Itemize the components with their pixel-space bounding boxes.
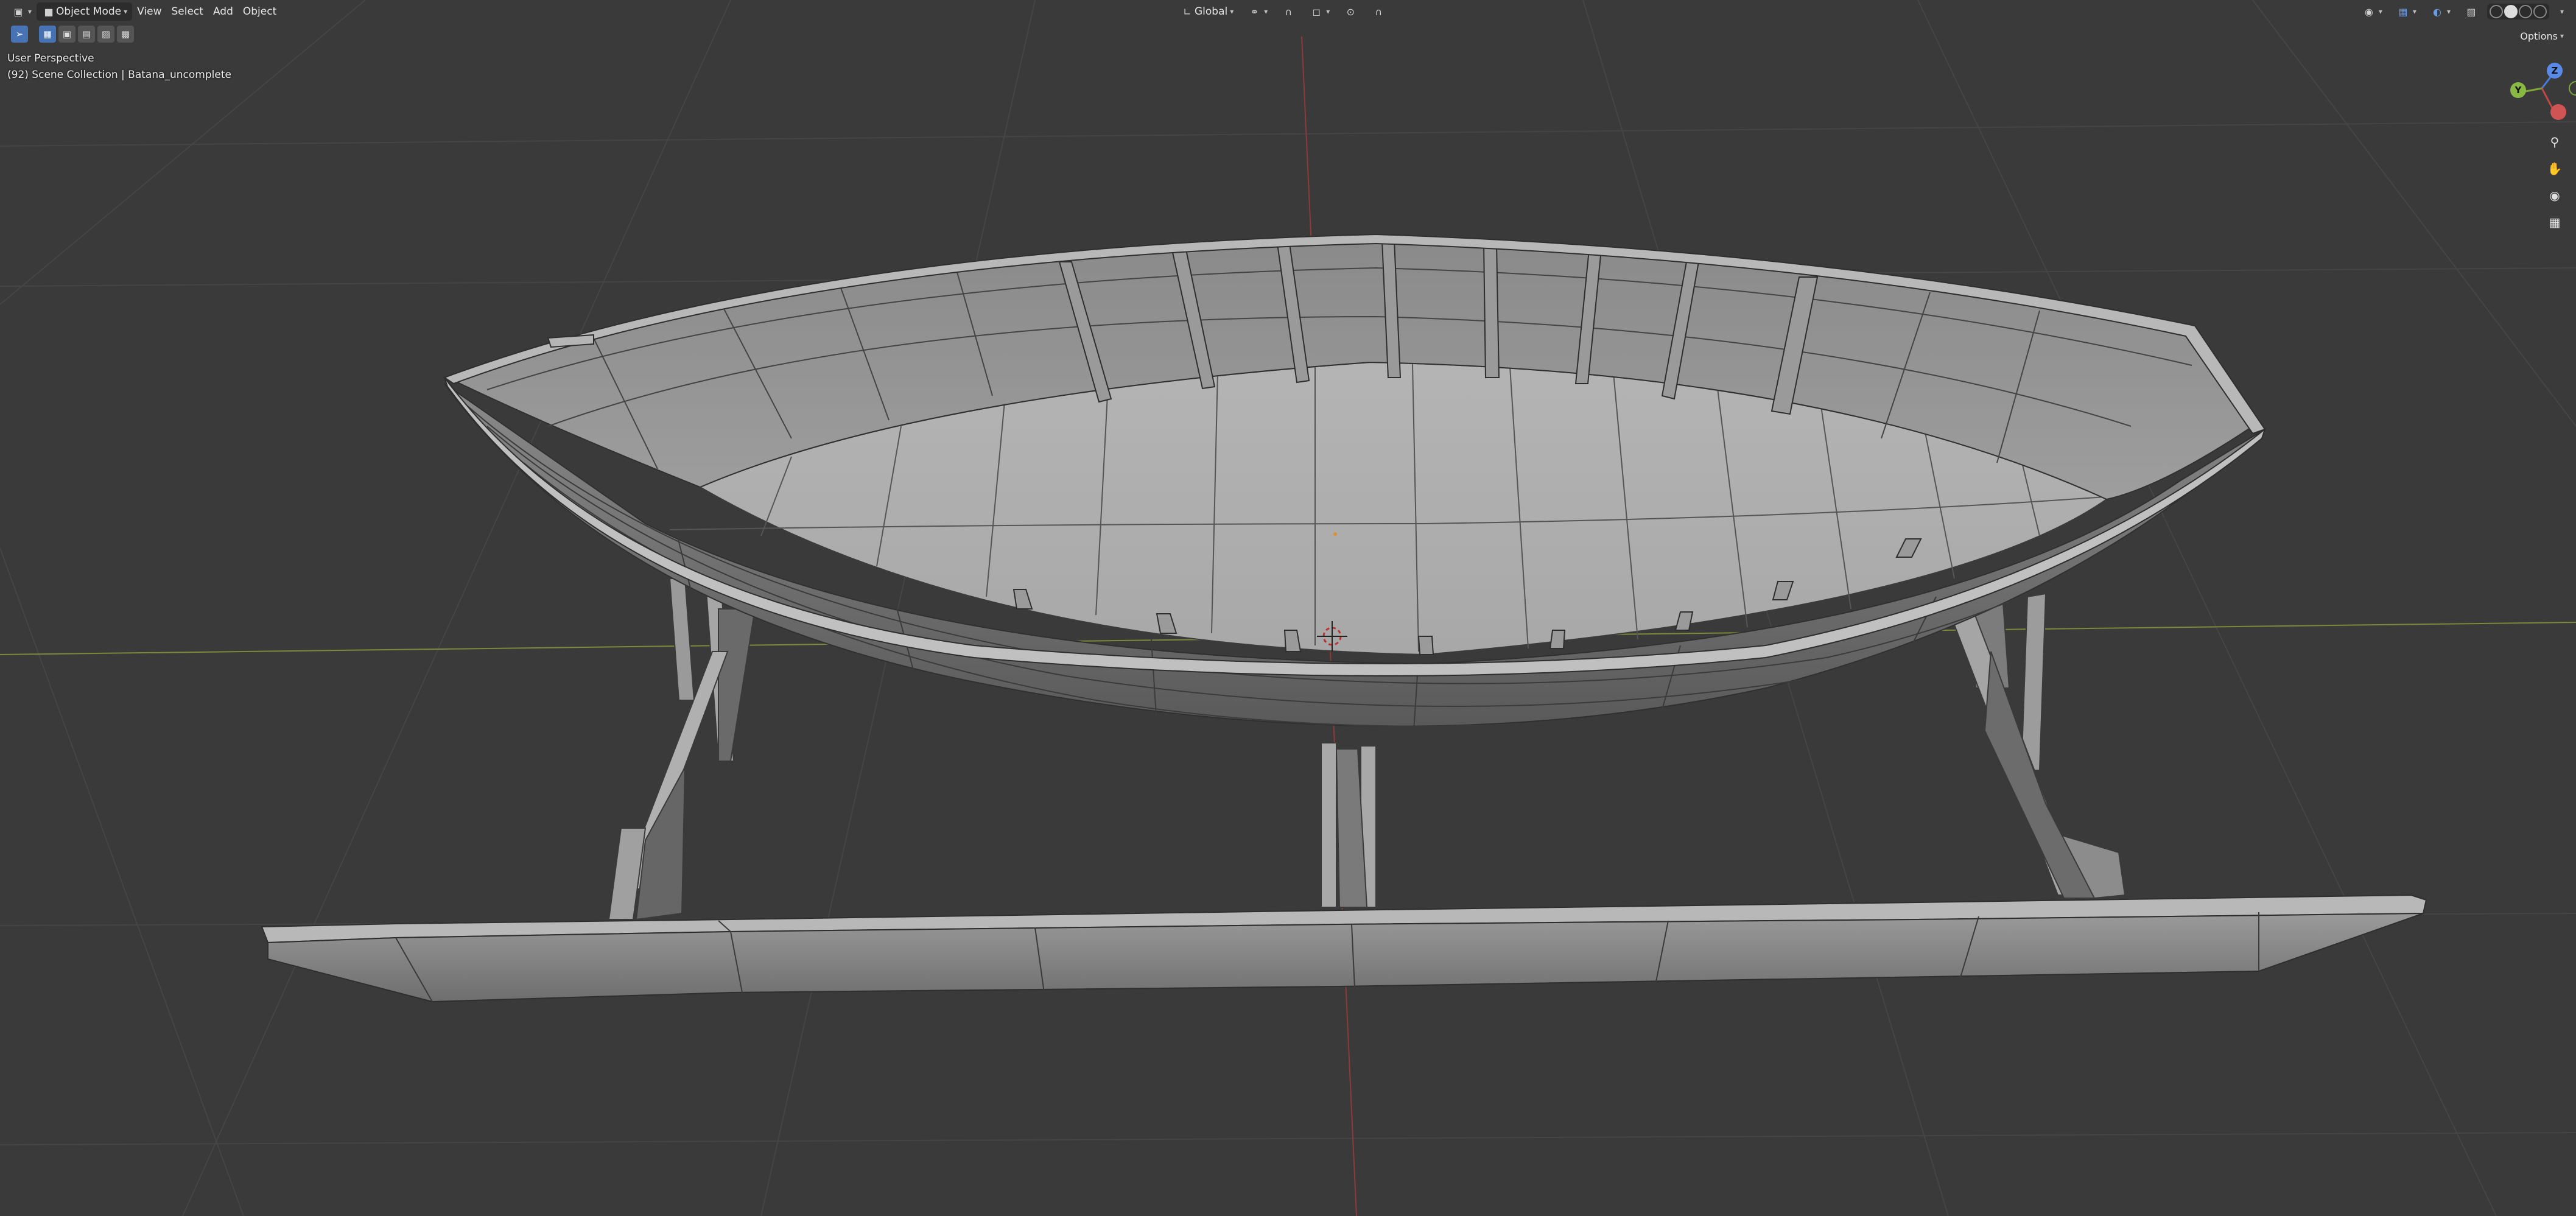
3d-viewport[interactable] [0,0,2576,1216]
shading-mode-group [2487,4,2549,19]
options-dropdown[interactable]: Options ▾ [2515,27,2569,45]
navigation-gizmo[interactable]: Z Y [2491,58,2576,131]
mode-label: Object Mode [56,5,122,18]
material-shading-button[interactable] [2518,5,2532,18]
chevron-down-icon: ▾ [2446,7,2451,16]
gizmo-toggle[interactable]: ▦ ▾ [2391,2,2421,21]
chevron-down-icon: ▾ [2560,32,2564,40]
pivot-dropdown[interactable]: ⚭ ▾ [1242,2,1272,21]
overlays-toggle[interactable]: ◐ ▾ [2425,2,2455,21]
chevron-down-icon: ▾ [2412,7,2416,16]
mode-subtract-button[interactable]: ▤ [78,26,95,43]
viewport-icon: ▣ [13,5,23,18]
hand-icon: ✋ [2547,161,2563,176]
mode-set-button[interactable]: ▦ [39,26,56,43]
menu-view[interactable]: View [132,2,166,21]
select-extend-icon: ▣ [62,29,72,40]
camera-icon: ◉ [2549,188,2560,203]
menu-add[interactable]: Add [208,2,238,21]
y-axis-button[interactable]: Y [2510,82,2526,98]
select-subtract-icon: ▤ [82,29,91,40]
select-set-icon: ▦ [43,29,52,40]
orientation-icon: ∟ [1183,5,1191,18]
eye-icon: ◉ [2364,5,2373,18]
tool-settings-row: ➢ ▦ ▣ ▤ ▨ ▩ [11,26,134,43]
xray-icon: ▧ [2466,5,2476,18]
snap-target-dropdown[interactable]: ◻ ▾ [1304,2,1335,21]
chevron-down-icon: ▾ [1326,7,1330,16]
mode-intersect-button[interactable]: ▩ [117,26,134,43]
menu-object[interactable]: Object [238,2,281,21]
magnet-icon: ∩ [1285,5,1293,18]
viewport-shading-controls: ◉ ▾ ▦ ▾ ◐ ▾ ▧ ▾ [2357,2,2569,21]
chevron-down-icon: ▾ [1230,7,1234,16]
menu-select[interactable]: Select [167,2,208,21]
mode-extend-button[interactable]: ▣ [58,26,75,43]
falloff-curve-icon: ∩ [1375,5,1383,18]
z-axis-button[interactable]: Z [2547,63,2563,79]
grid-icon: ▦ [2549,215,2561,230]
collection-info-label: (92) Scene Collection | Batana_uncomplet… [7,69,231,81]
falloff-dropdown[interactable]: ∩ [1366,2,1391,21]
rendered-shading-button[interactable] [2533,5,2547,18]
x-axis-button[interactable] [2550,104,2566,120]
zoom-button[interactable]: ⚲ [2544,132,2565,152]
orientation-dropdown[interactable]: ∟ Global ▾ [1175,2,1238,21]
object-origin [1333,532,1337,536]
view-name-label: User Perspective [7,52,94,65]
options-label: Options [2520,30,2558,42]
chevron-down-icon: ▾ [124,7,128,16]
select-box-tool-button[interactable]: ➢ [11,26,28,43]
snap-toggle[interactable]: ∩ [1276,2,1300,21]
transform-controls: ∟ Global ▾ ⚭ ▾ ∩ ◻ ▾ ⊙ ∩ [1175,2,1391,21]
snap-increment-icon: ◻ [1312,5,1321,18]
xray-toggle[interactable]: ▧ [2459,2,2483,21]
perspective-toggle-button[interactable]: ▦ [2544,212,2565,233]
pivot-icon: ⚭ [1250,5,1258,18]
wireframe-shading-button[interactable] [2489,5,2503,18]
overlays-icon: ◐ [2432,5,2441,18]
proportional-edit-icon: ⊙ [1346,5,1355,18]
chevron-down-icon: ▾ [1264,7,1268,16]
orientation-label: Global [1195,5,1228,18]
magnifier-icon: ⚲ [2550,135,2560,149]
pan-button[interactable]: ✋ [2544,158,2565,179]
mode-dropdown[interactable]: ■ Object Mode ▾ [37,2,133,21]
chevron-down-icon: ▾ [2560,7,2564,16]
object-mode-icon: ■ [44,5,54,18]
select-intersect-icon: ▩ [121,29,130,40]
gizmo-icon: ▦ [2398,5,2408,18]
mode-difference-button[interactable]: ▨ [97,26,114,43]
proportional-edit-toggle[interactable]: ⊙ [1338,2,1363,21]
solid-shading-button[interactable] [2504,5,2518,18]
cursor-arrow-icon: ➢ [15,29,24,40]
viewport-header: ▣ ▾ ■ Object Mode ▾ View Select Add Objec… [0,0,2576,23]
select-difference-icon: ▨ [101,29,111,40]
shading-options-dropdown[interactable]: ▾ [2553,2,2569,21]
camera-view-button[interactable]: ◉ [2544,185,2565,206]
editor-type-button[interactable]: ▣ ▾ [6,2,37,21]
visibility-dropdown[interactable]: ◉ ▾ [2357,2,2387,21]
chevron-down-icon: ▾ [2378,7,2382,16]
chevron-down-icon: ▾ [28,7,32,16]
